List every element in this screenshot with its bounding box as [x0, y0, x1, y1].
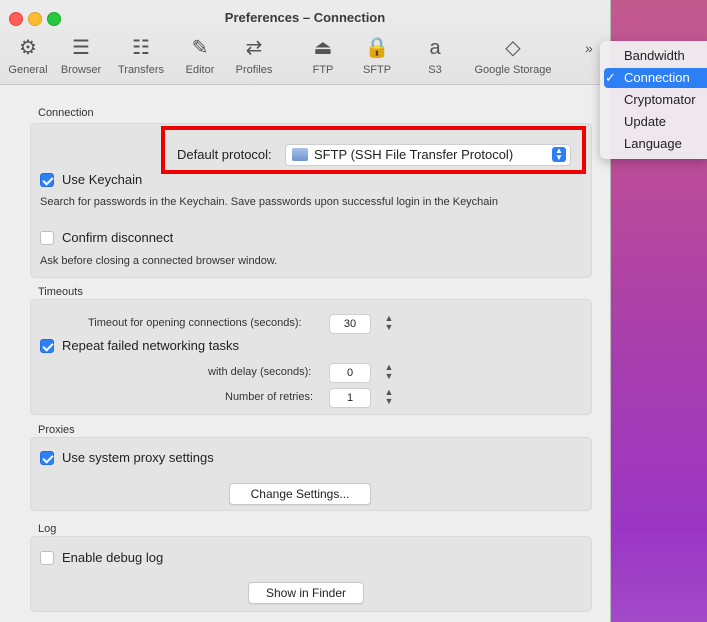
checkbox-unchecked-icon: [40, 550, 54, 565]
use-keychain-help: Search for passwords in the Keychain. Sa…: [40, 196, 498, 208]
preferences-window: Preferences – Connection ⚙ General ☰ Bro…: [0, 0, 611, 622]
annotation-highlight-box: [161, 126, 586, 174]
confirm-disconnect-checkbox[interactable]: Confirm disconnect: [40, 230, 173, 246]
toolbar-overflow-chevron-icon[interactable]: »: [585, 40, 593, 56]
delay-stepper[interactable]: ▲ ▼: [383, 363, 395, 381]
checkbox-checked-icon: [40, 172, 54, 187]
toolbar-item-transfers[interactable]: ☷ Transfers: [114, 34, 168, 76]
checkmark-icon: ✓: [605, 70, 616, 85]
google-storage-icon: ◇: [505, 37, 521, 59]
show-in-finder-button[interactable]: Show in Finder: [248, 582, 364, 604]
toolbar-item-ftp[interactable]: ⏏ FTP: [306, 34, 340, 76]
menu-item-connection[interactable]: ✓ Connection: [604, 68, 707, 88]
confirm-disconnect-help: Ask before closing a connected browser w…: [40, 255, 278, 267]
menu-item-language[interactable]: Language: [604, 134, 707, 154]
delay-input[interactable]: 0: [329, 363, 371, 383]
toolbar-item-general[interactable]: ⚙ General: [4, 34, 52, 76]
section-label-log: Log: [38, 523, 57, 535]
log-group: Enable debug log Show in Finder: [30, 536, 592, 612]
preferences-content: Connection Default protocol: SFTP (SSH F…: [0, 85, 610, 622]
use-system-proxy-checkbox[interactable]: Use system proxy settings: [40, 450, 214, 466]
toolbar-item-profiles[interactable]: ⇄ Profiles: [230, 34, 278, 76]
proxies-group: Use system proxy settings Change Setting…: [30, 437, 592, 511]
profiles-icon: ⇄: [245, 37, 263, 59]
checkbox-checked-icon: [40, 338, 54, 353]
retries-input[interactable]: 1: [329, 388, 371, 408]
list-icon: ☰: [72, 37, 90, 59]
toolbar-item-editor[interactable]: ✎ Editor: [180, 34, 220, 76]
toolbar-item-browser[interactable]: ☰ Browser: [58, 34, 104, 76]
enable-debug-log-checkbox[interactable]: Enable debug log: [40, 550, 163, 566]
menu-item-cryptomator[interactable]: Cryptomator: [604, 90, 707, 110]
repeat-failed-checkbox[interactable]: Repeat failed networking tasks: [40, 338, 239, 354]
gear-icon: ⚙: [19, 37, 37, 59]
toolbar-item-s3[interactable]: a S3: [418, 34, 452, 76]
s3-icon: a: [429, 37, 441, 59]
pencil-icon: ✎: [191, 37, 209, 59]
toolbar-overflow-menu: Bandwidth ✓ Connection Cryptomator Updat…: [600, 41, 707, 159]
sftp-lock-icon: 🔒: [364, 37, 390, 59]
retries-stepper[interactable]: ▲ ▼: [383, 388, 395, 406]
transfers-icon: ☷: [132, 37, 150, 59]
change-settings-button[interactable]: Change Settings...: [229, 483, 371, 505]
section-label-timeouts: Timeouts: [38, 286, 83, 298]
timeouts-group: Timeout for opening connections (seconds…: [30, 299, 592, 415]
ftp-drive-icon: ⏏: [313, 37, 333, 59]
delay-label: with delay (seconds):: [208, 366, 312, 378]
toolbar-item-google-storage[interactable]: ◇ Google Storage: [470, 34, 556, 76]
timeout-input[interactable]: 30: [329, 314, 371, 334]
checkbox-unchecked-icon: [40, 230, 54, 245]
use-keychain-checkbox[interactable]: Use Keychain: [40, 172, 142, 188]
section-label-connection: Connection: [38, 107, 94, 119]
section-label-proxies: Proxies: [38, 424, 75, 436]
timeout-stepper[interactable]: ▲ ▼: [383, 314, 395, 332]
timeout-label: Timeout for opening connections (seconds…: [88, 317, 302, 329]
menu-item-bandwidth[interactable]: Bandwidth: [604, 46, 707, 66]
window-title: Preferences – Connection: [224, 10, 386, 25]
title-bar: Preferences – Connection ⚙ General ☰ Bro…: [0, 0, 610, 85]
toolbar-item-sftp[interactable]: 🔒 SFTP: [360, 34, 394, 76]
retries-label: Number of retries:: [225, 391, 314, 403]
menu-item-update[interactable]: Update: [604, 112, 707, 132]
checkbox-checked-icon: [40, 450, 54, 465]
